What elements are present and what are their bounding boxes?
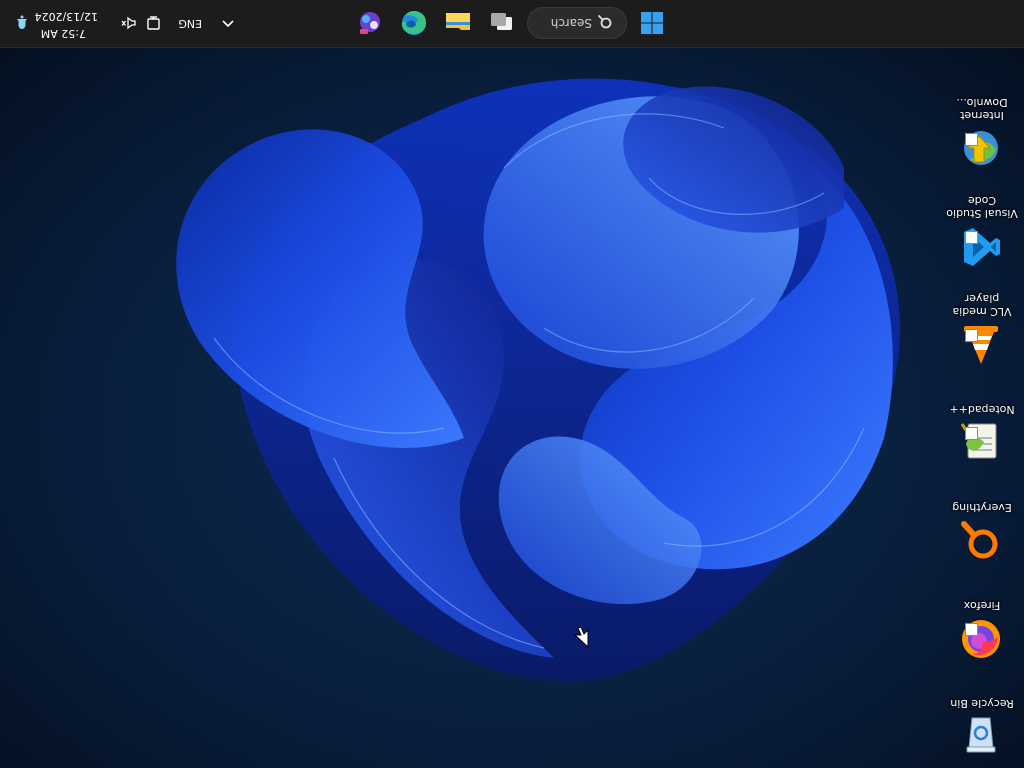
vlc-shortcut[interactable]: VLC media player [946,272,1018,370]
vscode-shortcut[interactable]: Visual Studio Code [946,174,1018,272]
notepadpp-shortcut[interactable]: Notepad++ [946,370,1018,468]
search-label: Search [550,16,592,30]
taskbar-search[interactable]: Search [527,7,627,39]
shortcut-arrow-icon [965,623,978,636]
everything-shortcut[interactable]: Everything [946,468,1018,566]
wallpaper [0,0,1024,768]
desktop-screen: Recycle Bin Firefox Everything Notepad++… [0,0,1024,768]
recycle-bin-icon [966,717,996,753]
shortcut-arrow-icon [965,329,978,342]
app-icon [360,12,380,34]
windows-start-icon [641,12,663,34]
desktop-icon-label: Internet Downlo... [956,96,1008,122]
clock-time[interactable]: 7:52 AM [41,27,86,40]
network-icon[interactable] [144,14,162,32]
desktop-icon-label: Notepad++ [949,403,1015,416]
desktop-icon-label: Recycle Bin [950,697,1014,710]
input-language[interactable]: ENG [178,17,202,30]
task-view-icon [491,13,512,30]
shortcut-arrow-icon [965,427,978,440]
edge-button[interactable] [396,5,432,41]
task-view-button[interactable] [484,5,520,41]
shortcut-arrow-icon [965,231,978,244]
recycle-bin-shortcut[interactable]: Recycle Bin [946,664,1018,762]
shortcut-arrow-icon [965,133,978,146]
mouse-cursor-icon [573,626,589,648]
desktop-icon-grid: Recycle Bin Firefox Everything Notepad++… [946,76,1018,762]
flipped-display: Recycle Bin Firefox Everything Notepad++… [0,0,1024,768]
desktop-icon-label: Visual Studio Code [946,194,1018,220]
desktop-icon-label: Everything [952,501,1012,514]
everything-icon [961,521,998,559]
desktop-icon-label: VLC media player [952,292,1012,318]
chevron-up-icon[interactable] [219,14,237,32]
clock-date[interactable]: 12/13/2024 [35,10,98,23]
desktop-icon-label: Firefox [963,599,1001,612]
taskbar: Search ENG 7:52 AM 12/13/2024 [0,0,1024,48]
file-explorer-icon [446,13,470,30]
firefox-shortcut[interactable]: Firefox [946,566,1018,664]
edge-icon [401,11,426,35]
start-button[interactable] [634,5,670,41]
internet-download-manager-shortcut[interactable]: Internet Downlo... [946,76,1018,174]
search-icon [598,15,612,29]
notification-icon[interactable] [13,14,31,32]
file-explorer-button[interactable] [440,5,476,41]
volume-icon[interactable] [120,14,138,32]
pinned-app-button[interactable] [352,5,388,41]
